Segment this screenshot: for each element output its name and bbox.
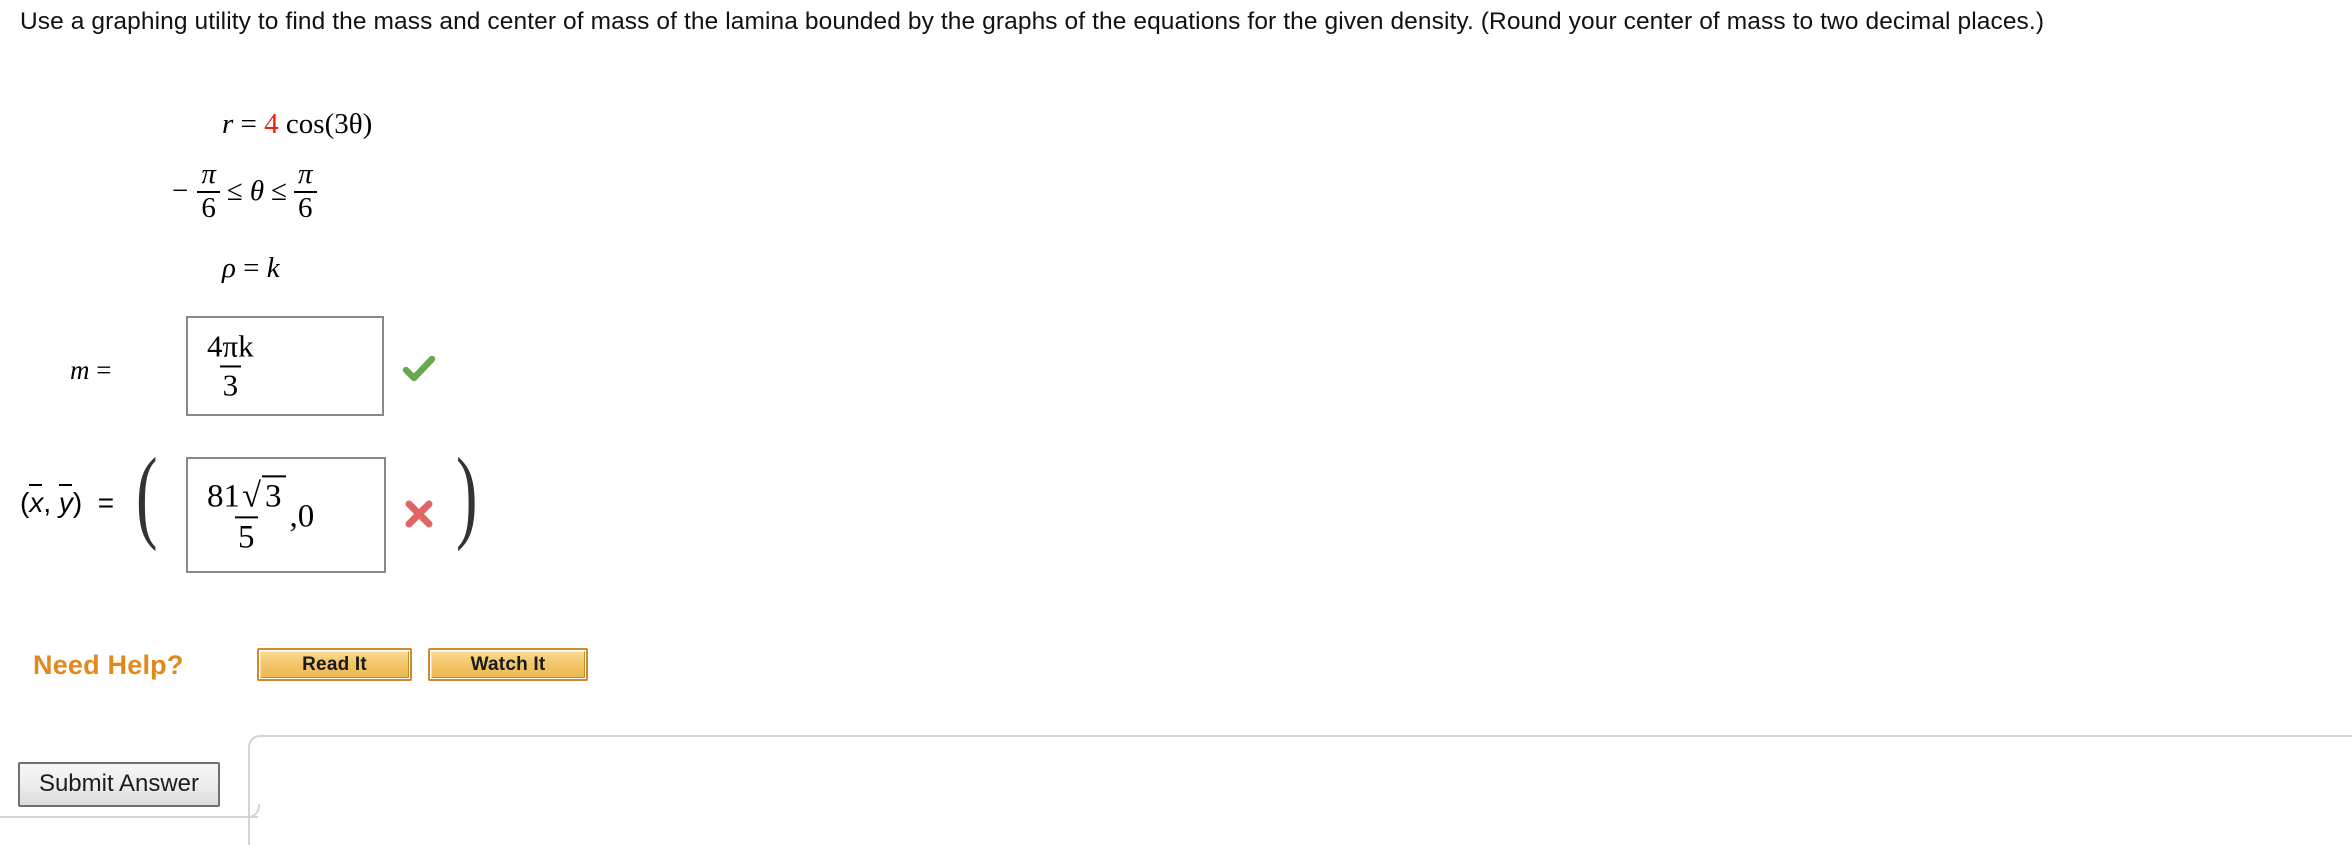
equation-curve-expression: cos(3θ) bbox=[285, 108, 373, 140]
green-check-icon bbox=[402, 355, 436, 382]
com-numerator-coefficient: 81 bbox=[207, 478, 240, 515]
range-le-first: ≤ bbox=[226, 175, 243, 208]
center-of-mass-answer-value: 81√ 3 5 ,0 bbox=[204, 475, 314, 554]
mass-answer-field[interactable]: 4πk 3 bbox=[186, 316, 384, 416]
need-help-label: Need Help? bbox=[33, 650, 184, 680]
com-square-root: √ 3 bbox=[240, 475, 286, 514]
mass-fraction: 4πk 3 bbox=[204, 330, 257, 401]
range-left-denominator: 6 bbox=[197, 190, 220, 224]
submit-panel-underline bbox=[0, 804, 260, 818]
com-denominator: 5 bbox=[235, 516, 258, 555]
equation-polar-curve: r = 4 cos(3θ) bbox=[222, 108, 372, 141]
range-left-fraction: π 6 bbox=[197, 158, 220, 224]
range-left-numerator: π bbox=[201, 158, 216, 190]
com-label-comma: , bbox=[43, 487, 52, 518]
center-of-mass-label: (x, y) = bbox=[20, 483, 115, 519]
mass-label-equals: = bbox=[96, 355, 112, 385]
range-right-fraction: π 6 bbox=[294, 158, 317, 224]
equation-curve-lhs: r bbox=[222, 108, 234, 140]
center-of-mass-answer-field[interactable]: 81√ 3 5 ,0 bbox=[186, 457, 386, 573]
com-label-equals: = bbox=[97, 487, 115, 518]
mass-answer-value: 4πk 3 bbox=[204, 330, 257, 401]
submit-panel-border bbox=[248, 735, 2352, 845]
equation-curve-coefficient: 4 bbox=[264, 108, 279, 140]
read-it-button-label: Read It bbox=[260, 651, 409, 678]
com-label-xbar: x bbox=[29, 483, 44, 518]
mass-label-symbol: m bbox=[70, 355, 90, 385]
read-it-button[interactable]: Read It bbox=[257, 648, 412, 681]
range-right-denominator: 6 bbox=[294, 190, 317, 224]
com-label-close-paren: ) bbox=[72, 487, 83, 518]
range-right-numerator: π bbox=[297, 158, 313, 190]
submit-answer-button[interactable]: Submit Answer bbox=[18, 762, 220, 807]
equation-density: ρ = k bbox=[222, 252, 280, 285]
com-close-paren: ) bbox=[456, 437, 478, 552]
com-open-paren: ( bbox=[136, 437, 158, 552]
com-label-ybar: y bbox=[58, 483, 73, 518]
range-le-second: ≤ bbox=[271, 175, 287, 208]
com-radicand: 3 bbox=[262, 475, 286, 514]
range-variable: θ bbox=[249, 175, 265, 208]
com-second-component: ,0 bbox=[289, 497, 315, 534]
mass-numerator: 4πk bbox=[207, 328, 254, 364]
red-x-icon bbox=[405, 500, 433, 528]
watch-it-button-label: Watch It bbox=[431, 651, 585, 678]
density-rhs: k bbox=[266, 252, 280, 284]
mass-denominator: 3 bbox=[219, 365, 242, 402]
com-label-open-paren: ( bbox=[20, 487, 30, 518]
range-minus-sign: − bbox=[172, 175, 189, 208]
mass-label: m = bbox=[70, 355, 111, 386]
density-equals: = bbox=[243, 252, 260, 284]
equation-curve-equals: = bbox=[240, 108, 257, 140]
radical-sign-icon: √ bbox=[242, 476, 262, 515]
com-numerator: 81√ 3 bbox=[204, 475, 289, 516]
com-fraction: 81√ 3 5 bbox=[204, 475, 289, 554]
density-lhs: ρ bbox=[222, 252, 236, 284]
equation-theta-range: − π 6 ≤ θ ≤ π 6 bbox=[172, 158, 317, 224]
watch-it-button[interactable]: Watch It bbox=[428, 648, 588, 681]
problem-statement: Use a graphing utility to find the mass … bbox=[20, 8, 2045, 35]
